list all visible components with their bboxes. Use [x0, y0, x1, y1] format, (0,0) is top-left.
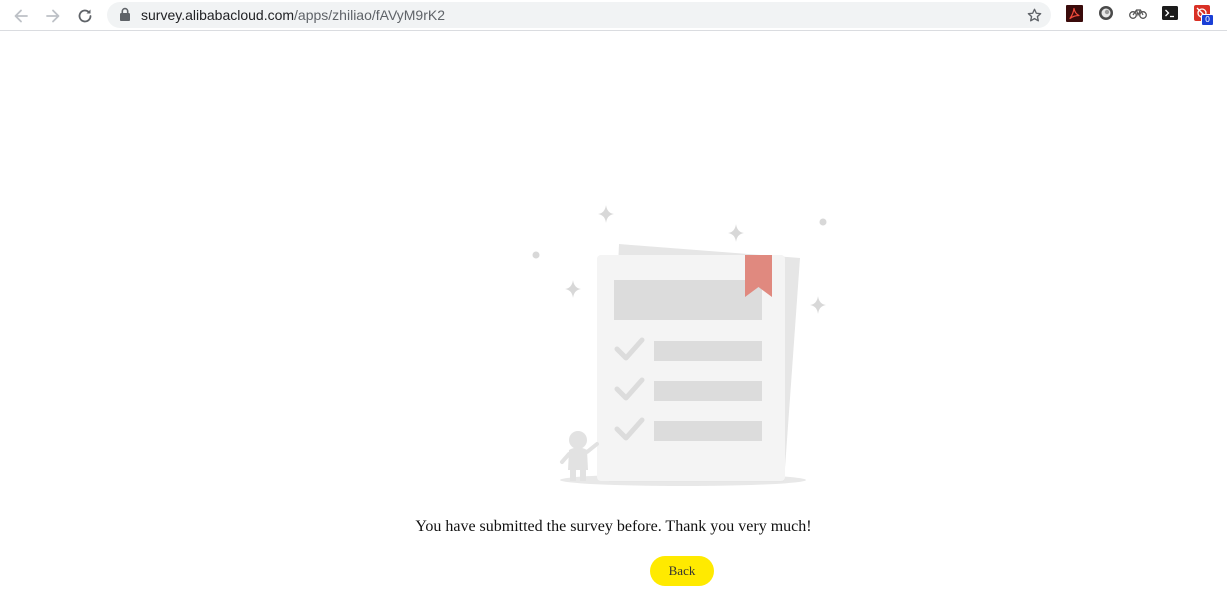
url-domain: survey.alibabacloud.com — [141, 7, 295, 23]
back-button[interactable]: Back — [650, 556, 714, 586]
forward-arrow-icon[interactable] — [40, 3, 66, 29]
survey-submitted-illustration — [525, 200, 835, 490]
reload-icon[interactable] — [72, 3, 98, 29]
address-bar[interactable]: survey.alibabacloud.com/apps/zhiliao/fAV… — [107, 2, 1051, 28]
back-arrow-icon[interactable] — [8, 3, 34, 29]
adobe-acrobat-icon[interactable] — [1065, 4, 1083, 22]
browser-toolbar: survey.alibabacloud.com/apps/zhiliao/fAV… — [0, 0, 1227, 31]
url-text[interactable]: survey.alibabacloud.com/apps/zhiliao/fAV… — [141, 6, 445, 24]
url-path: /apps/zhiliao/fAVyM9rK2 — [294, 7, 446, 23]
terminal-extension-icon[interactable] — [1161, 4, 1179, 22]
lock-icon[interactable] — [119, 7, 131, 27]
extension-badge: 0 — [1201, 14, 1214, 26]
bookmark-star-icon[interactable] — [1024, 5, 1044, 25]
bike-extension-icon[interactable] — [1129, 4, 1147, 22]
submitted-message: You have submitted the survey before. Th… — [415, 518, 812, 535]
red-extension-icon[interactable]: 0 — [1193, 4, 1214, 26]
circle-extension-icon[interactable] — [1097, 4, 1115, 22]
